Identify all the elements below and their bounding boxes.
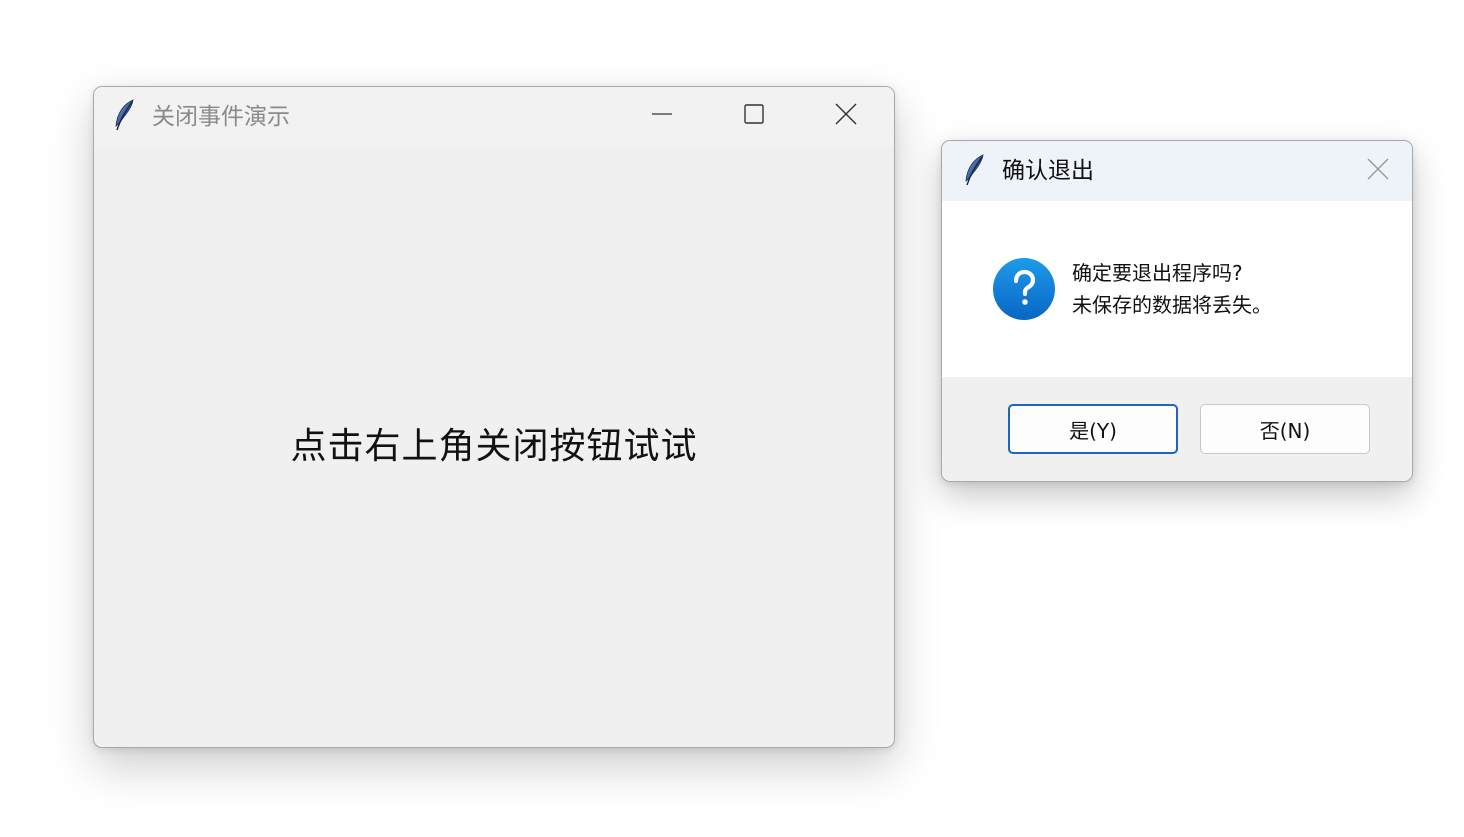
maximize-icon [743,103,765,129]
main-titlebar[interactable]: 关闭事件演示 [94,87,894,147]
no-button[interactable]: 否(N) [1200,404,1370,454]
desktop: 关闭事件演示 点击右上角关闭按钮试试 确认退出 确定要退出程序吗? 未保存的数据… [0,0,1464,837]
question-icon [992,257,1056,321]
instruction-label: 点击右上角关闭按钮试试 [290,426,698,467]
close-button[interactable] [800,87,892,145]
dialog-body: 确定要退出程序吗? 未保存的数据将丢失。 [942,201,1412,377]
minimize-icon [651,103,673,129]
close-icon [834,102,858,130]
dialog-close-button[interactable] [1348,147,1408,195]
maximize-button[interactable] [708,87,800,145]
main-window: 关闭事件演示 点击右上角关闭按钮试试 [93,86,895,748]
feather-icon [962,154,986,188]
dialog-titlebar[interactable]: 确认退出 [942,141,1412,201]
close-icon [1367,158,1389,184]
dialog-message: 确定要退出程序吗? 未保存的数据将丢失。 [1072,257,1392,321]
feather-icon [112,99,136,133]
dialog-footer: 是(Y) 否(N) [942,377,1412,481]
minimize-button[interactable] [616,87,708,145]
yes-button[interactable]: 是(Y) [1008,404,1178,454]
message-line-2: 未保存的数据将丢失。 [1072,293,1272,317]
message-line-1: 确定要退出程序吗? [1072,261,1243,285]
dialog-title: 确认退出 [1002,158,1094,184]
confirm-dialog: 确认退出 确定要退出程序吗? 未保存的数据将丢失。 是(Y) 否(N) [941,140,1413,482]
main-content: 点击右上角关闭按钮试试 [94,147,894,747]
window-title: 关闭事件演示 [152,104,290,130]
